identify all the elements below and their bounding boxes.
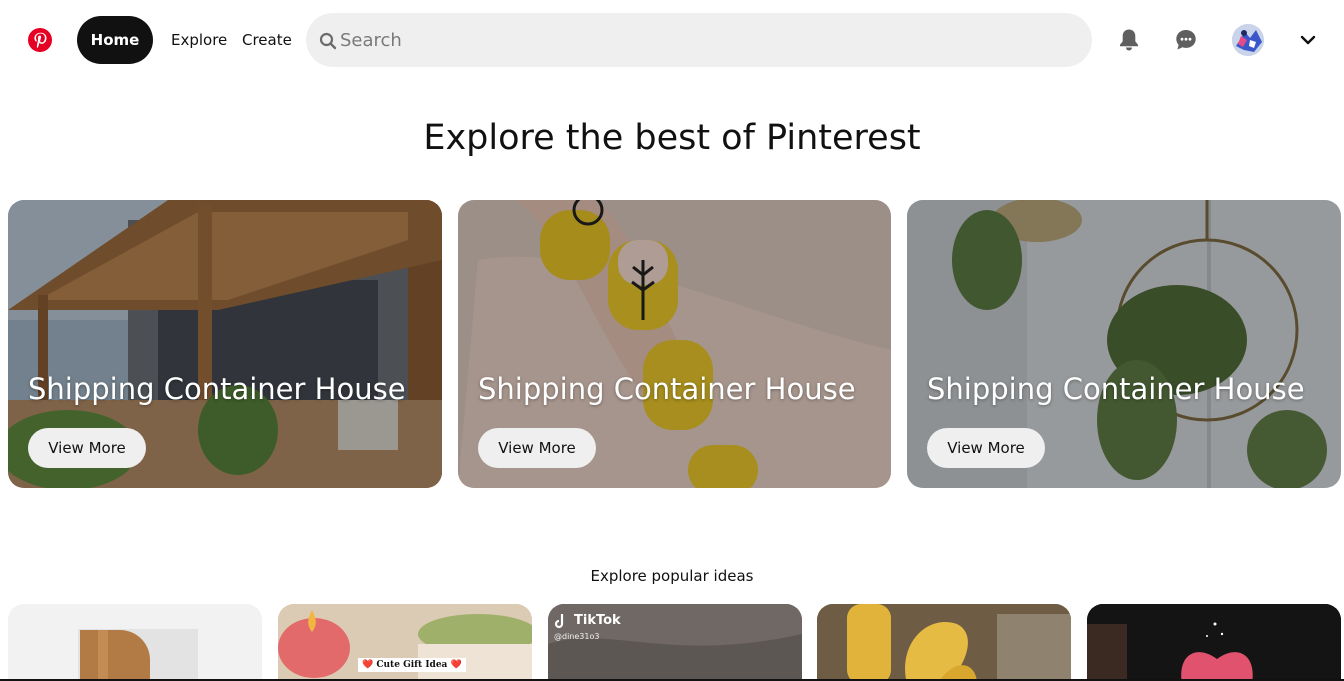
idea-tile[interactable] bbox=[8, 604, 262, 681]
chat-bubble-icon[interactable] bbox=[1172, 26, 1200, 54]
tile-image bbox=[1087, 604, 1341, 681]
tile-image bbox=[8, 604, 262, 681]
tiktok-handle: @dine31o3 bbox=[554, 632, 600, 641]
nav-home-button[interactable]: Home bbox=[77, 16, 153, 64]
gift-idea-label: ❤️ Cute Gift Idea ❤️ bbox=[358, 658, 466, 672]
view-more-button[interactable]: View More bbox=[28, 428, 146, 468]
tiktok-brand-label: TikTok bbox=[574, 613, 621, 628]
idea-tile[interactable] bbox=[1087, 604, 1341, 681]
page-title: Explore the best of Pinterest bbox=[423, 118, 921, 158]
view-more-button[interactable]: View More bbox=[927, 428, 1045, 468]
search-bar[interactable] bbox=[306, 13, 1092, 67]
view-more-button[interactable]: View More bbox=[478, 428, 596, 468]
nav-explore-link[interactable]: Explore bbox=[171, 16, 227, 64]
chevron-down-icon[interactable] bbox=[1299, 32, 1317, 48]
search-input[interactable] bbox=[340, 13, 1070, 67]
explore-card[interactable]: Shipping Container House View More bbox=[458, 200, 891, 488]
pinterest-logo-icon[interactable] bbox=[27, 27, 53, 53]
search-icon bbox=[319, 32, 337, 50]
card-title: Shipping Container House bbox=[927, 372, 1305, 406]
idea-tile[interactable]: TikTok @dine31o3 bbox=[548, 604, 802, 681]
card-title: Shipping Container House bbox=[478, 372, 856, 406]
idea-tile[interactable] bbox=[817, 604, 1071, 681]
bell-icon[interactable] bbox=[1115, 26, 1143, 54]
tile-image bbox=[817, 604, 1071, 681]
nav-create-link[interactable]: Create bbox=[242, 16, 292, 64]
popular-ideas-title: Explore popular ideas bbox=[590, 567, 754, 585]
top-nav-bar: Home Explore Create bbox=[0, 0, 1344, 80]
card-title: Shipping Container House bbox=[28, 372, 406, 406]
idea-tile[interactable]: ❤️ Cute Gift Idea ❤️ bbox=[278, 604, 532, 681]
explore-card[interactable]: Shipping Container House View More bbox=[907, 200, 1341, 488]
avatar[interactable] bbox=[1232, 24, 1264, 56]
explore-card[interactable]: Shipping Container House View More bbox=[8, 200, 442, 488]
